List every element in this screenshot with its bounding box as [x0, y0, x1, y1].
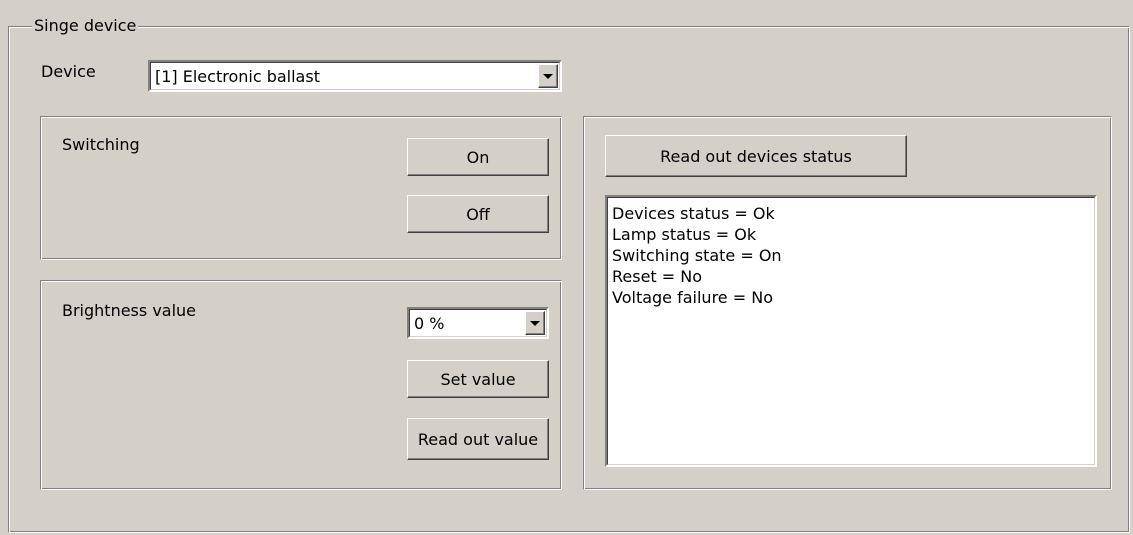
- device-select-value: [1] Electronic ballast: [155, 67, 320, 86]
- brightness-select[interactable]: 0 %: [407, 307, 549, 339]
- device-label: Device: [41, 62, 96, 81]
- chevron-down-icon[interactable]: [525, 311, 545, 335]
- group-title: Singe device: [32, 16, 139, 35]
- brightness-label: Brightness value: [62, 301, 197, 320]
- status-list[interactable]: Devices status = Ok Lamp status = Ok Swi…: [605, 195, 1097, 467]
- status-list-frame: Devices status = Ok Lamp status = Ok Swi…: [607, 197, 1095, 465]
- switching-label: Switching: [62, 135, 140, 154]
- chevron-down-icon[interactable]: [538, 64, 558, 88]
- brightness-select-value: 0 %: [414, 314, 445, 333]
- status-line-devices: Devices status = Ok: [612, 204, 775, 223]
- device-select[interactable]: [1] Electronic ballast: [148, 60, 562, 92]
- read-out-value-button[interactable]: Read out value: [407, 418, 549, 460]
- status-line-reset: Reset = No: [612, 267, 703, 286]
- device-select-frame: [1] Electronic ballast: [150, 62, 560, 90]
- set-value-button[interactable]: Set value: [407, 360, 549, 398]
- status-line-switching: Switching state = On: [612, 246, 782, 265]
- on-button[interactable]: On: [407, 138, 549, 176]
- off-button[interactable]: Off: [407, 195, 549, 233]
- status-line-voltage: Voltage failure = No: [612, 288, 773, 307]
- read-devices-status-button[interactable]: Read out devices status: [605, 135, 907, 177]
- status-line-lamp: Lamp status = Ok: [612, 225, 757, 244]
- brightness-select-frame: 0 %: [409, 309, 547, 337]
